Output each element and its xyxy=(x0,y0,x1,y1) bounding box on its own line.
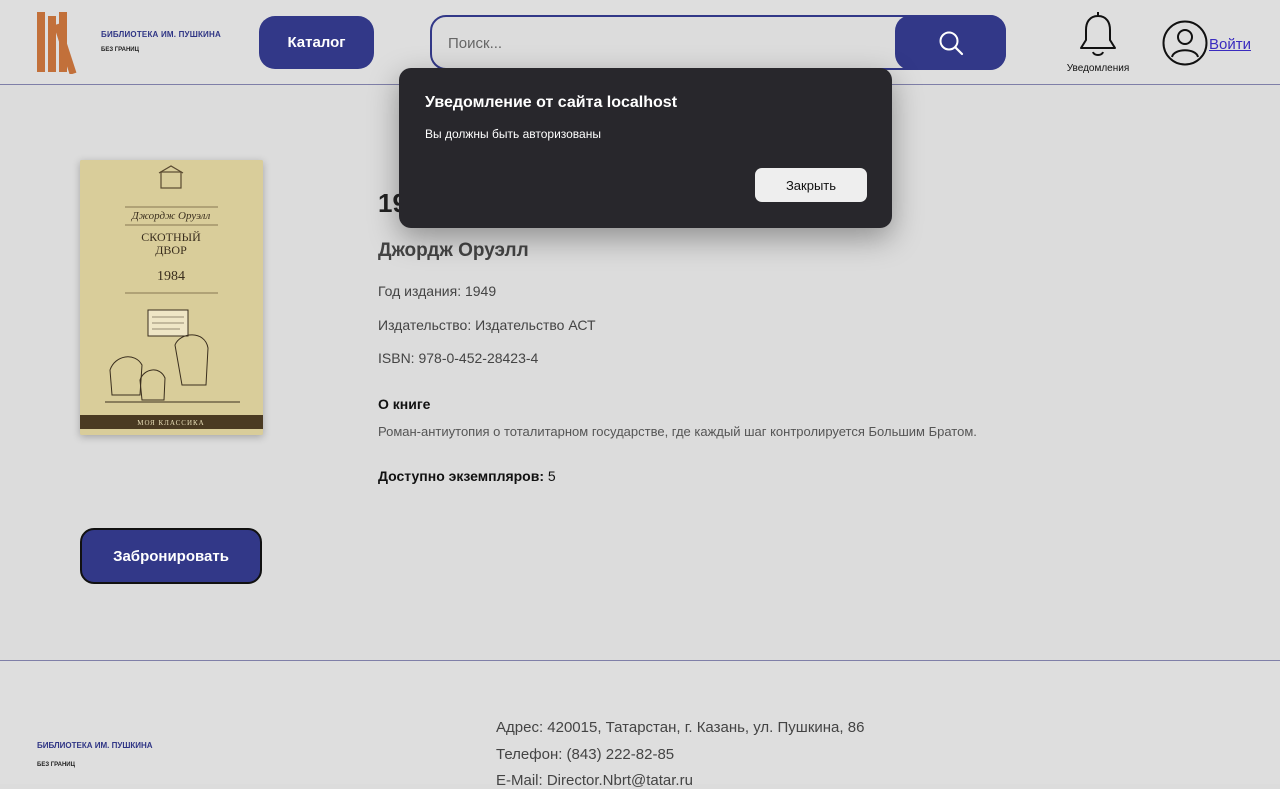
book-cover: Джордж Оруэлл СКОТНЫЙ ДВОР 1984 МОЯ КЛАС… xyxy=(80,160,263,435)
available-label: Доступно экземпляров: xyxy=(378,468,545,484)
cover-title-line3: 1984 xyxy=(157,269,185,284)
available-count: 5 xyxy=(547,468,556,484)
user-avatar-icon[interactable] xyxy=(1162,20,1208,66)
notifications-button[interactable]: Уведомления xyxy=(1063,8,1133,74)
catalog-button[interactable]: Каталог xyxy=(259,16,374,69)
logo-text[interactable]: БИБЛИОТЕКА ИМ. ПУШКИНА БЕЗ ГРАНИЦ xyxy=(101,30,221,53)
book-publisher: Издательство: Издательство АСТ xyxy=(378,317,596,333)
library-books-logo-icon[interactable] xyxy=(36,10,96,74)
search-input[interactable] xyxy=(446,17,890,70)
notifications-label: Уведомления xyxy=(1066,63,1130,74)
search-icon xyxy=(939,31,963,55)
about-heading: О книге xyxy=(378,396,431,412)
footer-address: Адрес: 420015, Татарстан, г. Казань, ул.… xyxy=(496,719,865,736)
cover-title-line1: СКОТНЫЙ xyxy=(141,230,201,244)
reserve-button[interactable]: Забронировать xyxy=(80,528,262,584)
alert-dialog: Уведомление от сайта localhost Вы должны… xyxy=(399,68,892,228)
footer-logo-title: БИБЛИОТЕКА ИМ. ПУШКИНА xyxy=(37,741,153,750)
book-author: Джордж Оруэлл xyxy=(378,240,529,261)
about-text: Роман-антиутопия о тоталитарном государс… xyxy=(378,424,977,439)
book-cover-illustration: Джордж Оруэлл СКОТНЫЙ ДВОР 1984 МОЯ КЛАС… xyxy=(80,160,263,435)
dialog-title: Уведомление от сайта localhost xyxy=(425,94,678,111)
book-year: Год издания: 1949 xyxy=(378,283,497,299)
logo-subtitle: БЕЗ ГРАНИЦ xyxy=(101,47,139,53)
footer-email[interactable]: E-Mail: Director.Nbrt@tatar.ru xyxy=(496,772,693,789)
cover-title-line2: ДВОР xyxy=(155,243,187,257)
search-bar xyxy=(430,15,1006,70)
book-isbn: ISBN: 978-0-452-28423-4 xyxy=(378,350,539,366)
login-link[interactable]: Войти xyxy=(1209,36,1251,53)
cover-author: Джордж Оруэлл xyxy=(131,210,211,222)
logo-title: БИБЛИОТЕКА ИМ. ПУШКИНА xyxy=(101,30,221,39)
search-button[interactable] xyxy=(895,15,1006,70)
footer: БИБЛИОТЕКА ИМ. ПУШКИНА БЕЗ ГРАНИЦ Адрес:… xyxy=(0,660,1280,789)
bell-icon xyxy=(1080,12,1116,56)
availability: Доступно экземпляров: 5 xyxy=(378,468,556,484)
cover-series: МОЯ КЛАССИКА xyxy=(137,419,204,427)
dialog-close-button[interactable]: Закрыть xyxy=(755,168,867,202)
footer-phone: Телефон: (843) 222-82-85 xyxy=(496,746,675,763)
dialog-message: Вы должны быть авторизованы xyxy=(425,127,601,141)
footer-logo-subtitle: БЕЗ ГРАНИЦ xyxy=(37,762,75,768)
